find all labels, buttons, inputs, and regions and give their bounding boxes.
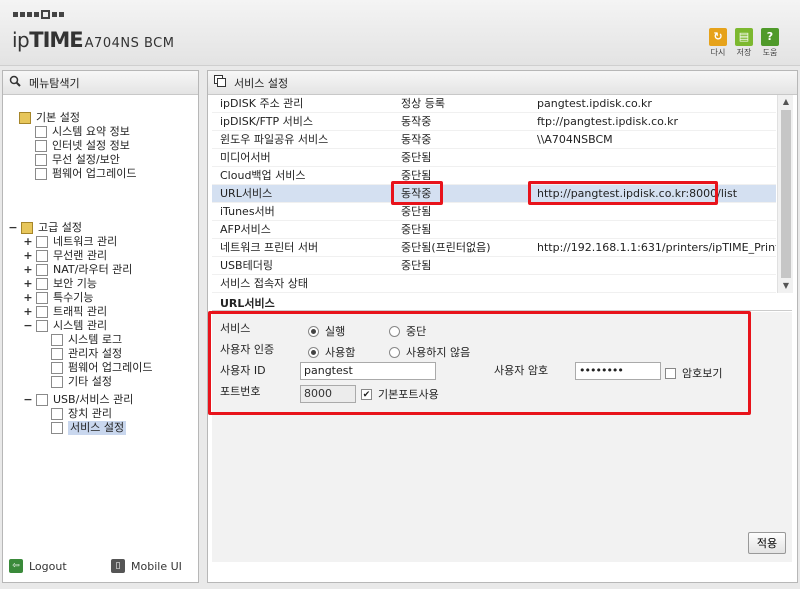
menu-explorer-header: 메뉴탐색기: [3, 71, 198, 95]
mobile-icon: ▯: [111, 559, 125, 573]
tree-folder-advanced[interactable]: − 고급 설정: [8, 221, 82, 235]
tree-item-firmware-upgrade-basic[interactable]: 펌웨어 업그레이드: [35, 167, 136, 181]
expand-icon[interactable]: +: [23, 263, 33, 277]
folder-icon: [19, 112, 31, 124]
scroll-up-icon[interactable]: ▲: [778, 95, 794, 109]
menu-explorer-panel: 메뉴탐색기 기본 설정 시스템 요약 정보 인터넷 설정 정보 무선 설정/보안…: [2, 70, 199, 583]
expand-icon[interactable]: +: [23, 305, 33, 319]
tree-item-network[interactable]: + 네트워크 관리: [23, 235, 117, 249]
save-icon: ▤: [735, 28, 753, 46]
lock-icon: [36, 278, 48, 290]
service-row[interactable]: ipDISK 주소 관리 정상 등록 pangtest.ipdisk.co.kr: [212, 95, 776, 113]
expand-icon[interactable]: +: [23, 291, 33, 305]
menu-explorer-title: 메뉴탐색기: [29, 76, 80, 90]
mobile-ui-button[interactable]: ▯ Mobile UI: [111, 559, 182, 573]
header-toolbar: ↻ 다시 ▤ 저장 ? 도움: [708, 28, 780, 58]
folder-icon: [21, 222, 33, 234]
router-icon: [36, 264, 48, 276]
brand-logo: ipTIME A704NS BCM: [12, 28, 175, 52]
tree-item-device-manage[interactable]: 장치 관리: [51, 407, 112, 421]
service-row[interactable]: iTunes서버 중단됨: [212, 203, 776, 221]
chart-icon: [35, 126, 47, 138]
tree-item-system-log[interactable]: 시스템 로그: [51, 333, 122, 347]
tree-item-usb-service[interactable]: − USB/서비스 관리: [23, 393, 133, 407]
upgrade-icon: [35, 168, 47, 180]
wifi-icon: [36, 250, 48, 262]
tree-folder-basic[interactable]: 기본 설정: [19, 111, 80, 125]
highlight-status: [391, 181, 443, 205]
page-icon: [51, 376, 63, 388]
refresh-icon: ↻: [709, 28, 727, 46]
page-icon: [51, 334, 63, 346]
service-row[interactable]: 서비스 접속자 상태: [212, 275, 776, 293]
save-button[interactable]: ▤ 저장: [734, 28, 754, 58]
service-row[interactable]: ipDISK/FTP 서비스 동작중 ftp://pangtest.ipdisk.c…: [212, 113, 776, 131]
monitor-icon: [35, 140, 47, 152]
service-row[interactable]: USB테더링 중단됨: [212, 257, 776, 275]
service-list-scrollbar[interactable]: ▲ ▼: [777, 95, 793, 293]
help-button[interactable]: ? 도움: [760, 28, 780, 58]
panel-title: 서비스 설정: [234, 76, 289, 90]
app-header: ipTIME A704NS BCM ↻ 다시 ▤ 저장 ? 도움: [0, 0, 800, 66]
tree-item-nat-router[interactable]: + NAT/라우터 관리: [23, 263, 132, 277]
special-icon: [36, 292, 48, 304]
collapse-icon[interactable]: −: [23, 319, 33, 333]
window-icon: [214, 75, 226, 90]
page-icon: [51, 422, 63, 434]
logout-icon: ⇦: [9, 559, 23, 573]
traffic-icon: [36, 306, 48, 318]
service-row[interactable]: 미디어서버 중단됨: [212, 149, 776, 167]
tree-item-service-settings[interactable]: 서비스 설정: [51, 421, 127, 435]
magnifier-icon: [9, 75, 21, 90]
logo-dots-icon: [13, 10, 64, 19]
apply-button[interactable]: 적용: [748, 532, 786, 554]
refresh-button[interactable]: ↻ 다시: [708, 28, 728, 58]
usb-icon: [36, 394, 48, 406]
network-icon: [36, 236, 48, 248]
system-icon: [36, 320, 48, 332]
tree-item-security[interactable]: + 보안 기능: [23, 277, 97, 291]
page-icon: [51, 408, 63, 420]
scroll-thumb[interactable]: [781, 110, 791, 278]
section-title: URL서비스: [220, 297, 275, 310]
tree-item-system-admin[interactable]: − 시스템 관리: [23, 319, 107, 333]
tree-item-firmware-upgrade[interactable]: 펌웨어 업그레이드: [51, 361, 152, 375]
tree-item-internet-info[interactable]: 인터넷 설정 정보: [35, 139, 130, 153]
tree-item-admin-settings[interactable]: 관리자 설정: [51, 347, 122, 361]
scroll-down-icon[interactable]: ▼: [778, 279, 794, 293]
expand-icon[interactable]: +: [23, 277, 33, 291]
service-row[interactable]: 네트워크 프린터 서버 중단됨(프린터없음) http://192.168.1.1:…: [212, 239, 776, 257]
service-row[interactable]: 윈도우 파일공유 서비스 동작중 \\A704NSBCM: [212, 131, 776, 149]
tree-item-misc-settings[interactable]: 기타 설정: [51, 375, 112, 389]
expand-icon[interactable]: +: [23, 235, 33, 249]
collapse-icon[interactable]: −: [23, 393, 33, 407]
expand-icon[interactable]: +: [23, 249, 33, 263]
tree-item-system-summary[interactable]: 시스템 요약 정보: [35, 125, 130, 139]
left-footer: ⇦ Logout ▯ Mobile UI: [3, 556, 198, 578]
service-settings-header: 서비스 설정: [208, 71, 797, 95]
help-icon: ?: [761, 28, 779, 46]
wifi-icon: [35, 154, 47, 166]
service-row[interactable]: AFP서비스 중단됨: [212, 221, 776, 239]
tree-item-traffic[interactable]: + 트래픽 관리: [23, 305, 107, 319]
tree-item-wireless-lan[interactable]: + 무선랜 관리: [23, 249, 107, 263]
highlight-form: [208, 311, 751, 415]
logout-button[interactable]: ⇦ Logout: [9, 559, 67, 573]
tree-item-special[interactable]: + 특수기능: [23, 291, 93, 305]
highlight-url: [528, 181, 718, 205]
model-name: A704NS BCM: [84, 36, 175, 51]
page-icon: [51, 348, 63, 360]
collapse-icon[interactable]: −: [8, 221, 18, 235]
tree-item-wireless-security[interactable]: 무선 설정/보안: [35, 153, 120, 167]
page-icon: [51, 362, 63, 374]
